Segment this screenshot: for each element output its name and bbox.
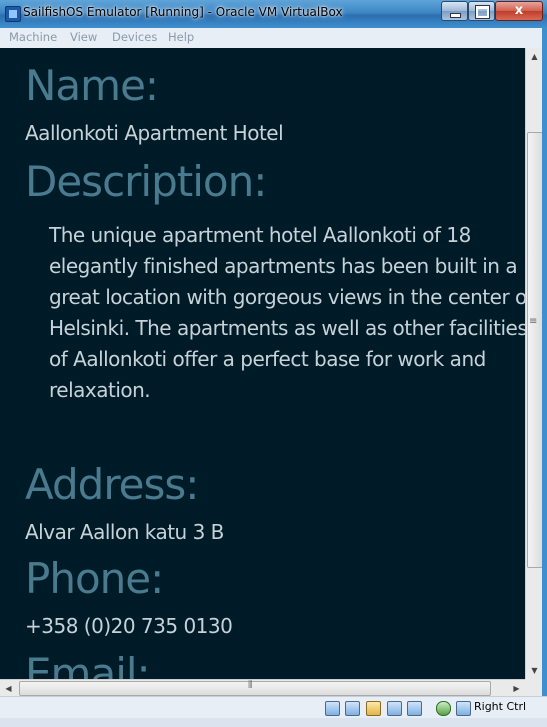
status-bar: Right Ctrl <box>0 696 547 719</box>
hscroll-grip-icon: ⦀ <box>248 680 253 691</box>
mouse-integration-icon[interactable] <box>456 701 471 716</box>
scroll-corner <box>525 679 542 696</box>
scroll-right-arrow-icon[interactable]: ▶ <box>508 680 525 697</box>
hotel-description: The unique apartment hotel Aallonkoti of… <box>49 223 525 402</box>
email-heading: Email: <box>25 649 151 680</box>
hotel-address: Alvar Aallon katu 3 B <box>25 520 224 544</box>
vertical-scroll-thumb[interactable] <box>527 132 543 568</box>
description-heading: Description: <box>25 157 267 206</box>
scroll-up-arrow-icon[interactable]: ▲ <box>526 48 543 65</box>
virtualbox-app-icon <box>5 6 21 22</box>
menu-bar: Machine View Devices Help <box>0 28 547 49</box>
hard-disk-icon[interactable] <box>325 701 340 716</box>
close-button[interactable]: x <box>495 1 543 21</box>
menu-machine[interactable]: Machine <box>9 30 57 44</box>
name-heading: Name: <box>25 61 159 110</box>
virtualization-icon <box>436 701 451 716</box>
phone-heading: Phone: <box>25 554 164 603</box>
shared-folder-icon[interactable] <box>366 701 381 716</box>
horizontal-scrollbar[interactable]: ◀ ⦀ ▶ <box>0 679 525 697</box>
display-icon[interactable] <box>387 701 402 716</box>
menu-devices[interactable]: Devices <box>112 30 157 44</box>
scroll-down-arrow-icon[interactable]: ▼ <box>526 662 543 679</box>
horizontal-scroll-thumb[interactable] <box>19 681 491 696</box>
window-right-border <box>542 28 547 727</box>
menu-view[interactable]: View <box>70 30 97 44</box>
window-title: SailfishOS Emulator [Running] - Oracle V… <box>23 5 343 19</box>
vertical-scrollbar[interactable]: ▲ ≡ ▼ <box>525 48 543 679</box>
taskbar-strip <box>0 718 547 727</box>
minimize-button[interactable] <box>441 1 468 21</box>
maximize-button[interactable] <box>468 1 495 21</box>
emulator-screen[interactable]: Name: Aallonkoti Apartment Hotel Descrip… <box>0 48 525 679</box>
scroll-grip-icon: ≡ <box>529 316 538 327</box>
host-key-label: Right Ctrl <box>474 700 527 713</box>
close-icon: x <box>514 3 524 18</box>
window-title-bar[interactable]: SailfishOS Emulator [Running] - Oracle V… <box>0 0 547 29</box>
address-heading: Address: <box>25 460 199 509</box>
hotel-name: Aallonkoti Apartment Hotel <box>25 121 284 145</box>
usb-icon[interactable] <box>407 701 422 716</box>
menu-help[interactable]: Help <box>168 30 194 44</box>
scroll-left-arrow-icon[interactable]: ◀ <box>0 680 17 697</box>
hotel-phone[interactable]: +358 (0)20 735 0130 <box>25 613 233 639</box>
network-icon[interactable] <box>345 701 360 716</box>
